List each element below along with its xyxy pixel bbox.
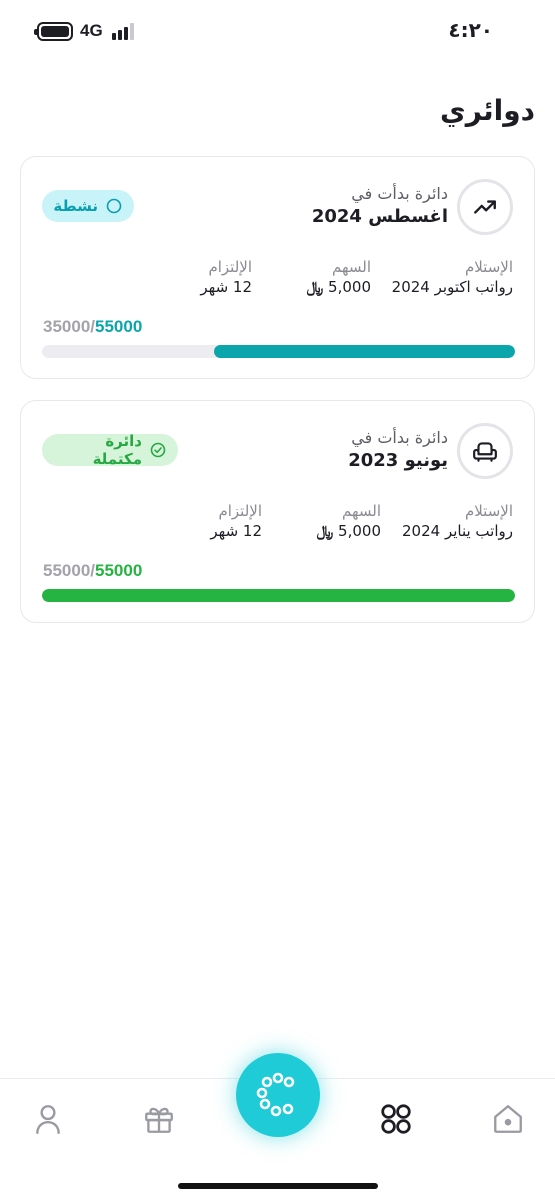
share-value: 5,000 ﷼ (313, 522, 381, 540)
status-label: دائرة مكتملة (92, 432, 142, 468)
riyal-icon: ﷼ (306, 278, 324, 296)
receipt-value: رواتب يناير 2024 (401, 522, 513, 540)
paid-amount: 35000 (43, 317, 91, 336)
receipt-label: الإستلام (464, 258, 513, 276)
share-stat: السهم 5,000 ﷼ (313, 502, 381, 540)
circles-app-icon[interactable] (236, 1053, 320, 1137)
circle-card[interactable]: دائرة بدأت في يونيو 2023 دائرة مكتملة ال… (20, 400, 535, 623)
progress-bar (42, 589, 515, 602)
circle-outline-icon (106, 198, 122, 214)
progress-fill (214, 345, 515, 358)
page-title: دوائري (440, 94, 535, 127)
status-badge: نشطة (42, 190, 134, 222)
commitment-value: 12 شهر (200, 278, 252, 296)
check-circle-icon (150, 442, 166, 458)
share-label: السهم (331, 258, 371, 276)
clock: ٤:٢٠ (448, 18, 493, 42)
grid-icon[interactable] (376, 1099, 416, 1139)
share-amount: 5,000 (328, 278, 371, 296)
started-label: دائرة بدأت في (351, 184, 448, 203)
status-label: نشطة (53, 197, 98, 215)
commitment-value: 12 شهر (210, 522, 262, 540)
progress-fill (42, 589, 515, 602)
commitment-stat: الإلتزام 12 شهر (200, 258, 252, 296)
gift-icon[interactable] (139, 1099, 179, 1139)
battery-icon (34, 22, 73, 41)
started-date: اغسطس 2024 (311, 206, 448, 227)
receipt-stat: الإستلام رواتب يناير 2024 (402, 502, 513, 540)
receipt-label: الإستلام (464, 502, 513, 520)
signal-icon (112, 23, 138, 40)
network-type: 4G (80, 21, 103, 40)
profile-icon[interactable] (28, 1099, 68, 1139)
share-label: السهم (341, 502, 381, 520)
status-bar: 4G ٤:٢٠ (0, 0, 555, 64)
circle-card[interactable]: دائرة بدأت في اغسطس 2024 نشطة الإستلام ر… (20, 156, 535, 379)
share-stat: السهم 5,000 ﷼ (303, 258, 371, 296)
share-amount: 5,000 (338, 522, 381, 540)
share-value: 5,000 ﷼ (303, 278, 371, 296)
progress-text: 35000/55000 (43, 317, 143, 336)
riyal-icon: ﷼ (316, 522, 334, 540)
started-date: يونيو 2023 (348, 450, 448, 471)
armchair-icon (457, 423, 513, 479)
home-icon[interactable] (488, 1099, 528, 1139)
trending-up-icon (457, 179, 513, 235)
commitment-label: الإلتزام (208, 258, 252, 276)
started-label: دائرة بدأت في (351, 428, 448, 447)
commitment-label: الإلتزام (218, 502, 262, 520)
paid-amount: 55000 (43, 561, 91, 580)
commitment-stat: الإلتزام 12 شهر (210, 502, 262, 540)
progress-text: 55000/55000 (43, 561, 143, 580)
total-amount: 55000 (95, 317, 143, 336)
receipt-stat: الإستلام رواتب اكتوبر 2024 (392, 258, 513, 296)
total-amount: 55000 (95, 561, 143, 580)
progress-bar (42, 345, 515, 358)
status-badge: دائرة مكتملة (42, 432, 178, 468)
receipt-value: رواتب اكتوبر 2024 (391, 278, 513, 296)
home-indicator (178, 1183, 378, 1189)
